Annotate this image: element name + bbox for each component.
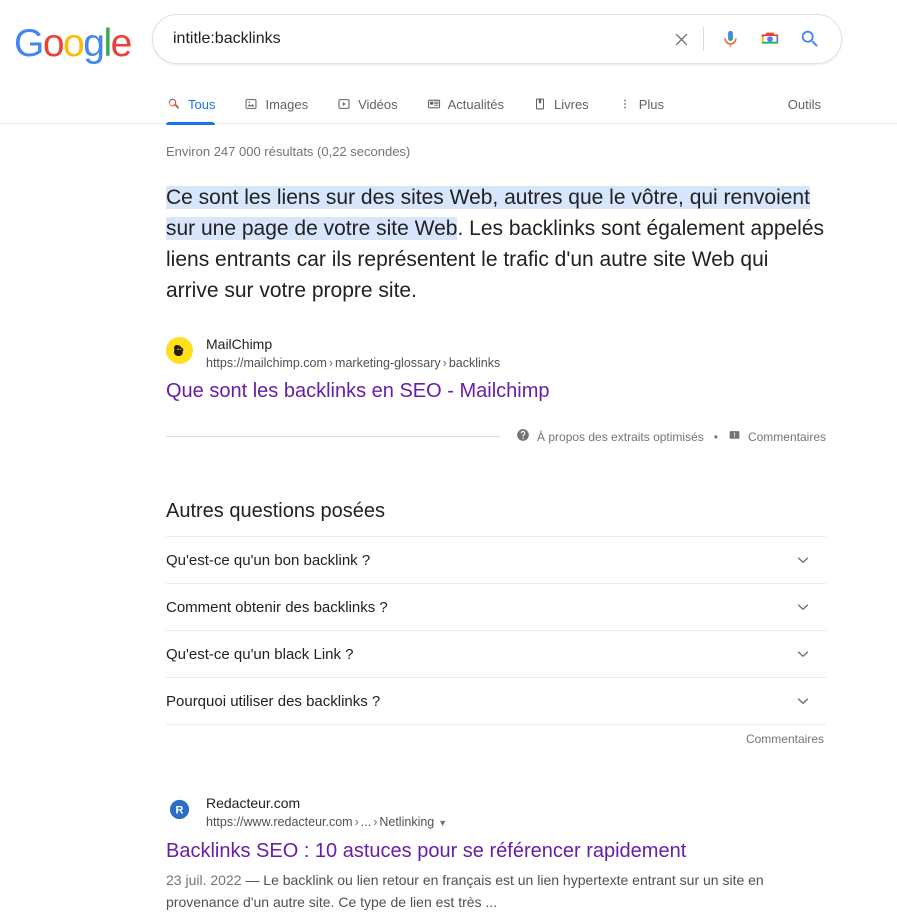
feedback-label: Commentaires (747, 429, 826, 444)
tab-label: Actualités (447, 96, 504, 112)
source-meta: Redacteur.com https://www.redacteur.com ›… (206, 794, 447, 832)
result-source: R Redacteur.com https://www.redacteur.co… (166, 794, 897, 832)
logo-letter-o2: o (63, 22, 85, 65)
mailchimp-favicon-bg (166, 337, 193, 364)
search-divider (703, 27, 704, 51)
featured-snippet-source: MailChimp https://mailchimp.com › marketin… (166, 335, 897, 372)
paa-question-text: Qu'est-ce qu'un black Link ? (166, 645, 354, 663)
featured-snippet: Ce sont les liens sur des sites Web, aut… (166, 182, 897, 445)
more-vertical-icon (617, 96, 633, 112)
google-logo[interactable]: Google (14, 22, 133, 65)
search-results-main: Environ 247 000 résultats (0,22 secondes… (0, 124, 897, 913)
tab-tous[interactable]: Tous (166, 96, 216, 125)
chevron-down-icon[interactable] (794, 645, 812, 663)
search-bar-icons (668, 26, 841, 52)
paa-question-4[interactable]: Pourquoi utiliser des backlinks ? (166, 677, 826, 724)
search-icon[interactable] (797, 26, 823, 52)
featured-snippet-footer: À propos des extraits optimisés • Commen… (166, 428, 826, 445)
book-icon (532, 96, 548, 112)
tab-label: Vidéos (358, 96, 398, 112)
nav-tabs: Tous Images Vidéos Actualités Livres Plu… (166, 79, 897, 125)
redacteur-favicon-bg: R (166, 796, 193, 823)
featured-snippet-text: Ce sont les liens sur des sites Web, aut… (166, 182, 826, 306)
search-result-item: R Redacteur.com https://www.redacteur.co… (166, 794, 897, 913)
url-domain: https://mailchimp.com (206, 356, 327, 370)
url-crumb-1: marketing-glossary (335, 356, 441, 370)
url-crumb-2: backlinks (448, 356, 501, 370)
people-also-ask-section: Autres questions posées Qu'est-ce qu'un … (166, 497, 826, 746)
source-meta: MailChimp https://mailchimp.com › marketin… (206, 335, 500, 372)
chevron-down-icon[interactable] (794, 598, 812, 616)
paa-question-2[interactable]: Comment obtenir des backlinks ? (166, 583, 826, 630)
logo-letter-G: G (14, 22, 44, 65)
tab-label: Tous (188, 96, 216, 112)
url-separator: › (442, 356, 447, 370)
svg-text:R: R (176, 805, 184, 817)
video-play-icon (336, 96, 352, 112)
paa-question-text: Comment obtenir des backlinks ? (166, 598, 388, 616)
url-domain: https://www.redacteur.com (206, 815, 353, 829)
logo-letter-o1: o (42, 22, 65, 65)
google-lens-camera-icon[interactable] (757, 26, 783, 52)
close-icon[interactable] (668, 26, 694, 52)
divider (166, 436, 501, 437)
source-url: https://www.redacteur.com ›... › Netlinking… (206, 813, 447, 832)
paa-question-text: Pourquoi utiliser des backlinks ? (166, 692, 381, 710)
tools-button[interactable]: Outils (788, 97, 821, 124)
tab-livres[interactable]: Livres (532, 96, 589, 124)
search-input[interactable] (153, 15, 668, 63)
search-bar[interactable] (152, 14, 842, 64)
paa-question-1[interactable]: Qu'est-ce qu'un bon backlink ? (166, 536, 826, 583)
news-icon (426, 96, 442, 112)
about-label: À propos des extraits optimisés (537, 429, 704, 444)
tab-actualites[interactable]: Actualités (426, 96, 504, 124)
source-url: https://mailchimp.com › marketing-glossary… (206, 354, 500, 372)
paa-question-3[interactable]: Qu'est-ce qu'un black Link ? (166, 630, 826, 677)
result-title-link[interactable]: Backlinks SEO : 10 astuces pour se référ… (166, 838, 826, 864)
paa-feedback-link[interactable]: Commentaires (746, 732, 826, 746)
url-crumb-2: Netlinking (379, 815, 435, 829)
featured-snippet-title-link[interactable]: Que sont les backlinks en SEO - Mailchim… (166, 378, 826, 404)
result-snippet: 23 juil. 2022 — Le backlink ou lien reto… (166, 869, 826, 913)
chevron-down-icon[interactable] (794, 692, 812, 710)
source-name: Redacteur.com (206, 795, 301, 811)
logo-letter-e: e (110, 22, 133, 65)
tab-label: Plus (638, 96, 664, 112)
help-circle-icon (516, 428, 530, 445)
url-crumb-1: ... (360, 815, 372, 829)
about-featured-snippets-link[interactable]: À propos des extraits optimisés (516, 428, 704, 445)
url-separator: › (328, 356, 334, 370)
paa-list: Qu'est-ce qu'un bon backlink ? Comment o… (166, 536, 826, 746)
feedback-flag-icon (728, 429, 741, 445)
result-options-dropdown-icon[interactable]: ▼ (438, 814, 447, 832)
feedback-link[interactable]: Commentaires (728, 429, 826, 445)
tab-plus[interactable]: Plus (617, 96, 664, 124)
paa-question-text: Qu'est-ce qu'un bon backlink ? (166, 551, 371, 569)
results-stats: Environ 247 000 résultats (0,22 secondes… (166, 144, 411, 159)
search-nav-bar: Tous Images Vidéos Actualités Livres Plu… (0, 79, 897, 125)
microphone-icon[interactable] (717, 26, 743, 52)
footer-separator: • (713, 429, 718, 444)
tab-images[interactable]: Images (243, 96, 308, 124)
chevron-down-icon[interactable] (794, 551, 812, 569)
tab-label: Livres (554, 96, 589, 112)
redacteur-favicon: R (166, 796, 193, 823)
image-icon (243, 96, 259, 112)
tab-videos[interactable]: Vidéos (336, 96, 398, 124)
paa-footer: Commentaires (166, 724, 826, 746)
source-name: MailChimp (206, 336, 273, 352)
page-header: Google (0, 0, 897, 79)
result-date: 23 juil. 2022 (166, 872, 242, 888)
logo-letter-l: l (103, 22, 112, 65)
paa-title: Autres questions posées (166, 500, 386, 522)
tab-label: Images (265, 96, 309, 112)
logo-letter-g: g (83, 22, 105, 65)
url-separator: › (354, 815, 359, 829)
mailchimp-favicon (166, 337, 193, 364)
google-search-icon (166, 96, 182, 112)
